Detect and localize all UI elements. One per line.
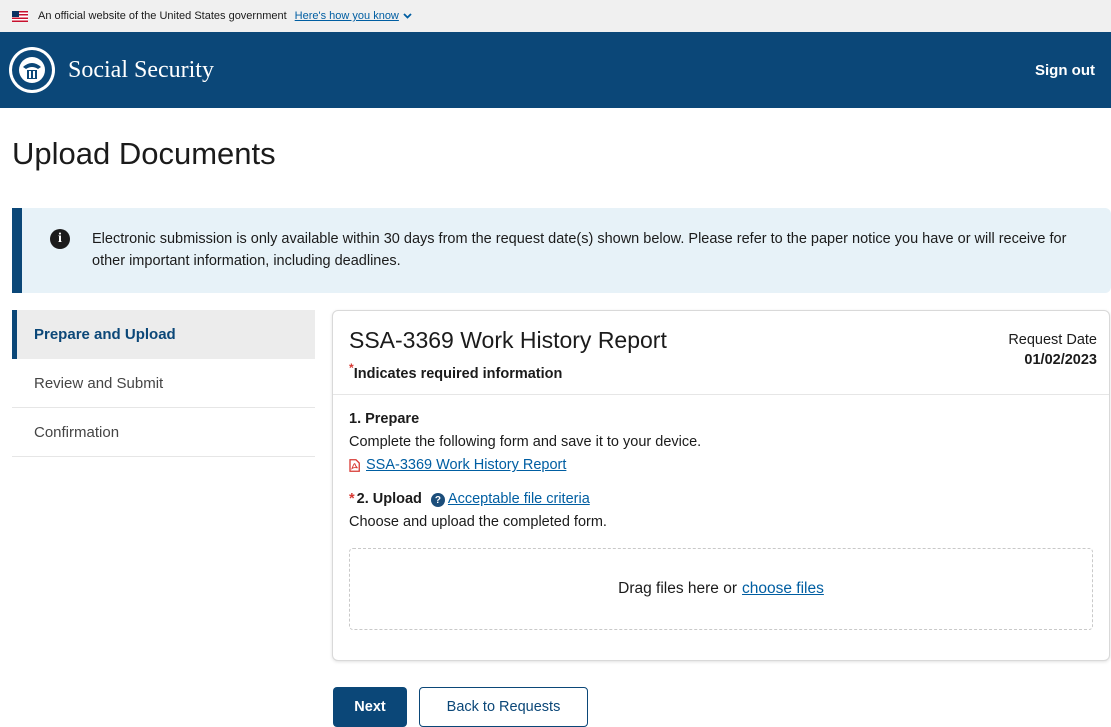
form-download-link[interactable]: SSA-3369 Work History Report: [349, 454, 1093, 477]
alert-text: Electronic submission is only available …: [92, 231, 1067, 270]
card-title: SSA-3369 Work History Report: [349, 327, 667, 353]
card-header: SSA-3369 Work History Report *Indicates …: [333, 311, 1109, 395]
brand-name: Social Security: [68, 56, 214, 83]
banner-text: An official website of the United States…: [38, 10, 287, 22]
brand[interactable]: Social Security: [8, 46, 214, 94]
upload-required-asterisk: *: [349, 491, 355, 508]
site-header: Social Security Sign out: [0, 32, 1111, 108]
document-card: SSA-3369 Work History Report *Indicates …: [332, 310, 1110, 661]
pdf-file-icon: [349, 459, 360, 473]
back-to-requests-button[interactable]: Back to Requests: [419, 687, 588, 727]
upload-step-row: * 2. Upload ? Acceptable file criteria: [349, 489, 1093, 511]
info-icon: i: [50, 229, 70, 249]
acceptable-file-criteria-link[interactable]: Acceptable file criteria: [448, 489, 590, 511]
step-navigation: Prepare and Upload Review and Submit Con…: [12, 310, 315, 457]
us-flag-icon: [12, 10, 28, 22]
sign-out-link[interactable]: Sign out: [1035, 62, 1095, 79]
heres-how-you-know-link[interactable]: Here's how you know: [295, 10, 412, 22]
ssa-seal-icon: [9, 47, 55, 93]
official-gov-banner: An official website of the United States…: [0, 0, 1111, 32]
upload-step-description: Choose and upload the completed form.: [349, 514, 607, 531]
request-date: Request Date 01/02/2023: [1008, 331, 1097, 370]
help-question-icon: ?: [430, 493, 445, 508]
info-alert: i Electronic submission is only availabl…: [12, 208, 1111, 293]
nav-item-prepare-and-upload[interactable]: Prepare and Upload: [12, 310, 315, 359]
file-dropzone[interactable]: Drag files here or choose files: [349, 547, 1093, 630]
prepare-step-title: 1. Prepare: [349, 411, 420, 427]
dropzone-text: Drag files here or: [618, 579, 738, 597]
nav-item-review-and-submit[interactable]: Review and Submit: [12, 359, 315, 408]
required-note: *Indicates required information: [349, 361, 563, 382]
choose-files-link[interactable]: choose files: [742, 580, 824, 598]
chevron-down-icon: [403, 13, 412, 19]
upload-step-title: 2. Upload: [356, 491, 422, 508]
card-body: 1. Prepare Complete the following form a…: [333, 395, 1109, 630]
nav-item-confirmation[interactable]: Confirmation: [12, 408, 315, 457]
page-title: Upload Documents: [12, 136, 276, 171]
prepare-step-description: Complete the following form and save it …: [349, 433, 702, 450]
request-date-value: 01/02/2023: [1024, 351, 1097, 368]
request-date-label: Request Date: [1008, 332, 1097, 348]
next-button[interactable]: Next: [333, 687, 407, 727]
